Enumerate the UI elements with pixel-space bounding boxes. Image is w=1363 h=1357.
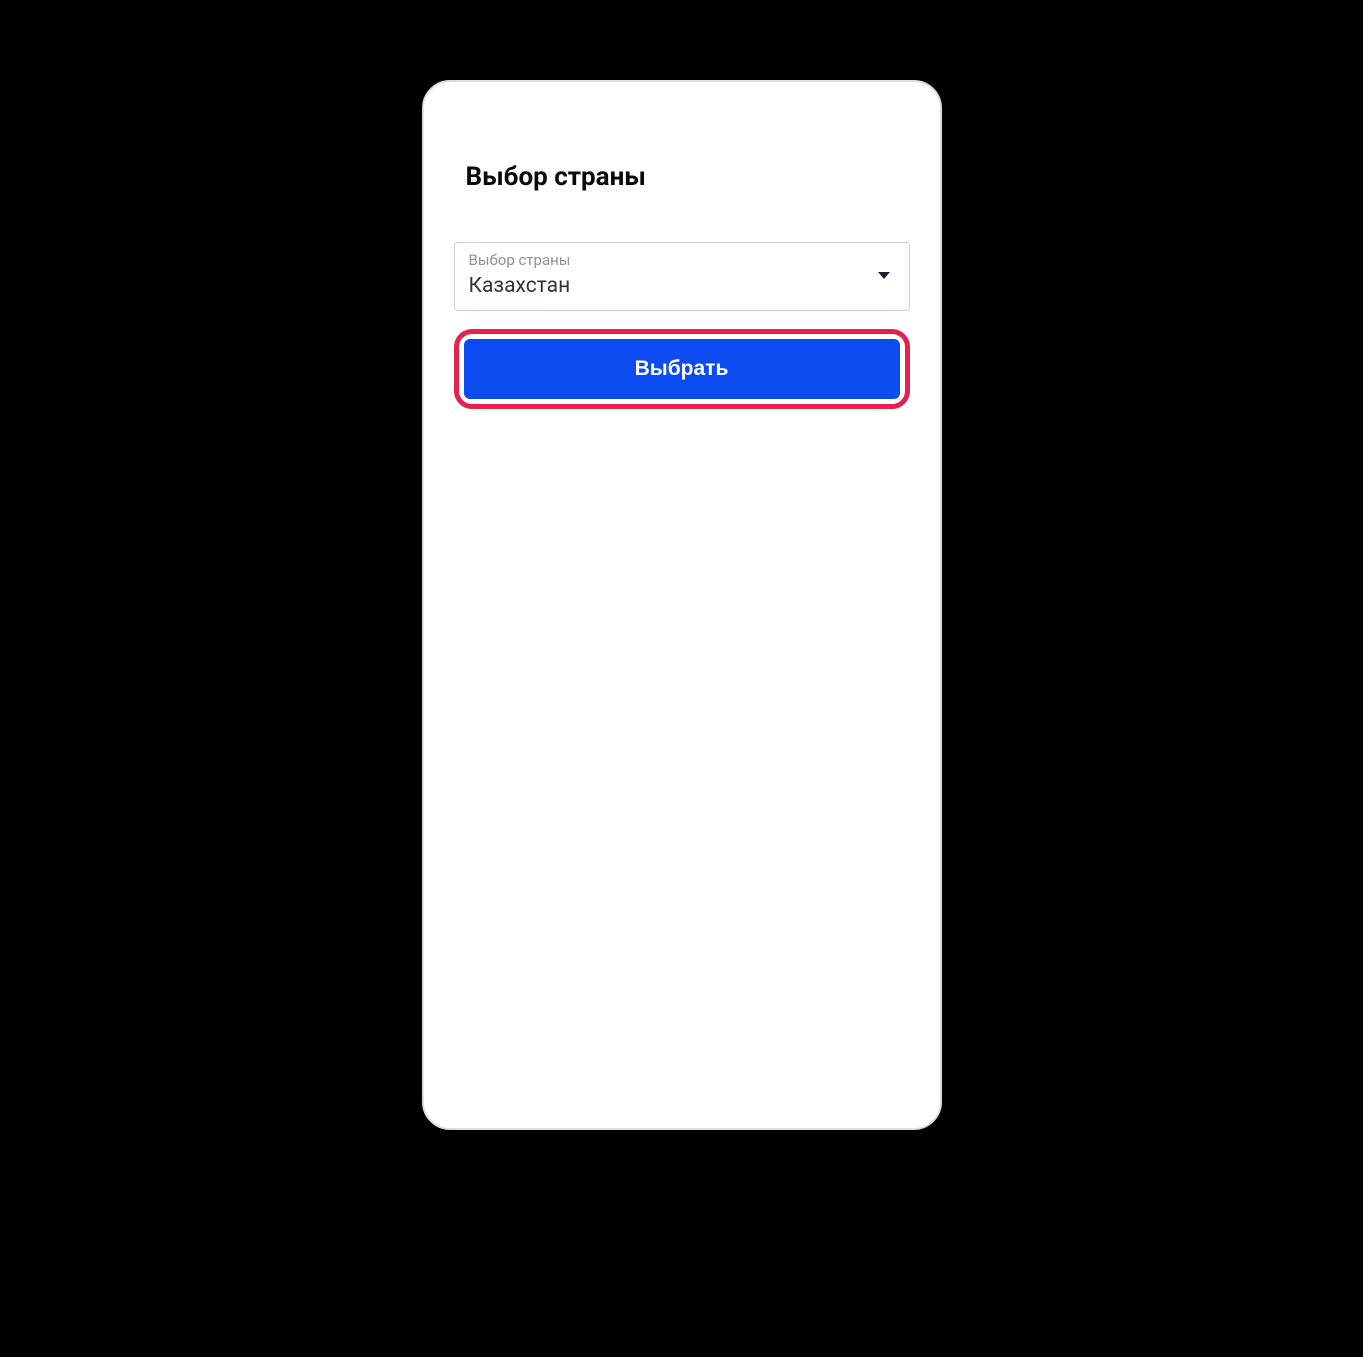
submit-button[interactable]: Выбрать xyxy=(464,339,900,399)
submit-highlight-ring: Выбрать xyxy=(454,329,910,409)
country-select-label: Выбор страны xyxy=(469,251,895,271)
country-select-value: Казахстан xyxy=(469,273,895,300)
phone-frame: Выбор страны Выбор страны Казахстан Выбр… xyxy=(422,80,942,1130)
page-title: Выбор страны xyxy=(454,162,910,192)
chevron-down-icon xyxy=(877,271,891,281)
country-select[interactable]: Выбор страны Казахстан xyxy=(454,242,910,311)
